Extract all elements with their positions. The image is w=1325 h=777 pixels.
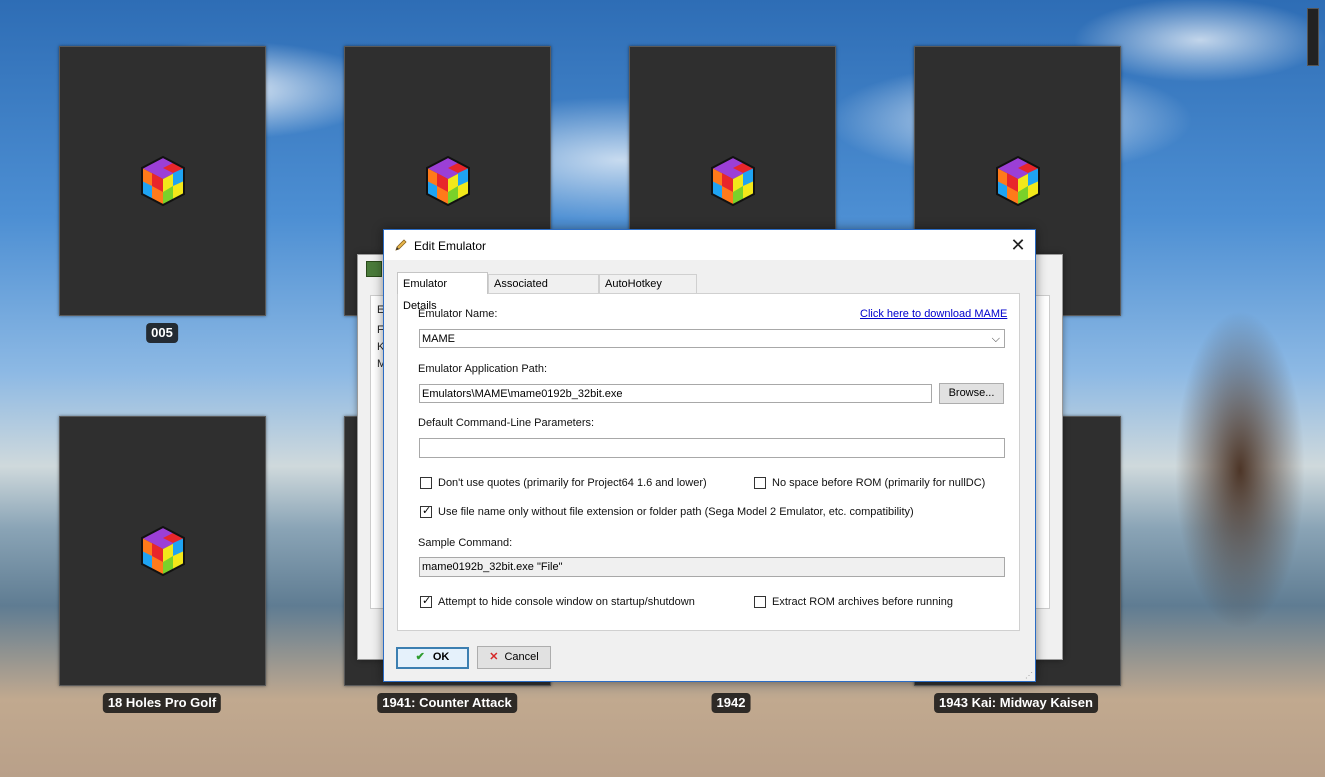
dialog-title: Edit Emulator	[414, 239, 487, 253]
cube-icon	[141, 155, 185, 207]
extract-rom-label[interactable]: Extract ROM archives before running	[772, 596, 953, 608]
cmdline-label: Default Command-Line Parameters:	[418, 417, 595, 429]
filename-only-label[interactable]: Use file name only without file extensio…	[438, 506, 914, 518]
app-icon	[366, 261, 382, 277]
download-link[interactable]: Click here to download MAME	[860, 308, 1007, 320]
title-bar[interactable]: Edit Emulator ✕	[384, 230, 1035, 260]
game-tile[interactable]	[59, 416, 266, 686]
cube-icon	[426, 155, 470, 207]
no-quotes-label[interactable]: Don't use quotes (primarily for Project6…	[438, 477, 707, 489]
sample-command-field[interactable]: mame0192b_32bit.exe "File"	[419, 557, 1005, 577]
hide-console-label[interactable]: Attempt to hide console window on startu…	[438, 596, 695, 608]
emulator-name-combobox[interactable]: MAME ⌵	[419, 329, 1005, 348]
browse-button[interactable]: Browse...	[939, 383, 1004, 404]
no-space-checkbox[interactable]	[754, 477, 766, 489]
ok-button[interactable]: ✔ OK	[396, 647, 469, 669]
cube-icon	[141, 525, 185, 577]
tab-emulator-details[interactable]: Emulator Details	[397, 272, 488, 312]
app-path-input[interactable]: Emulators\MAME\mame0192b_32bit.exe	[419, 384, 932, 403]
app-path-label: Emulator Application Path:	[418, 363, 548, 375]
game-title-label[interactable]: 1941: Counter Attack	[377, 693, 517, 713]
close-icon[interactable]: ✕	[1007, 234, 1029, 256]
hide-console-checkbox[interactable]: ✓	[420, 595, 432, 608]
emulator-name-value: MAME	[422, 333, 455, 345]
filename-only-checkbox[interactable]: ✓	[420, 505, 432, 518]
game-title-label[interactable]: 1942	[711, 693, 751, 713]
pencil-icon	[395, 239, 407, 251]
chevron-down-icon[interactable]: ⌵	[992, 330, 1000, 347]
checkmark-icon: ✓	[422, 505, 432, 517]
edit-emulator-dialog: Edit Emulator ✕ Emulator Details Associa…	[383, 229, 1036, 682]
tab-associated-platforms[interactable]: Associated Platforms	[488, 274, 599, 309]
resize-grip-icon[interactable]: ⋰	[1025, 671, 1033, 680]
check-icon: ✔	[415, 651, 425, 663]
cmdline-input[interactable]	[419, 438, 1005, 458]
sample-command-label: Sample Command:	[418, 537, 513, 549]
cancel-label: Cancel	[504, 651, 539, 663]
extract-rom-checkbox[interactable]	[754, 596, 766, 608]
emulator-details-panel: Emulator Name: Click here to download MA…	[397, 293, 1020, 631]
checkmark-icon: ✓	[422, 595, 432, 607]
no-space-label[interactable]: No space before ROM (primarily for nullD…	[772, 477, 985, 489]
game-title-label[interactable]: 1943 Kai: Midway Kaisen	[934, 693, 1098, 713]
game-title-label[interactable]: 18 Holes Pro Golf	[102, 693, 222, 713]
cube-icon	[711, 155, 755, 207]
cancel-button[interactable]: ✕ Cancel	[477, 646, 551, 669]
tab-autohotkey-script[interactable]: AutoHotkey Script	[599, 274, 697, 309]
scrollbar-thumb[interactable]	[1307, 8, 1319, 66]
game-title-label[interactable]: 005	[146, 323, 178, 343]
ok-label: OK	[432, 651, 450, 663]
game-tile[interactable]	[59, 46, 266, 316]
no-quotes-checkbox[interactable]	[420, 477, 432, 489]
x-icon: ✕	[489, 651, 499, 663]
cube-icon	[996, 155, 1040, 207]
